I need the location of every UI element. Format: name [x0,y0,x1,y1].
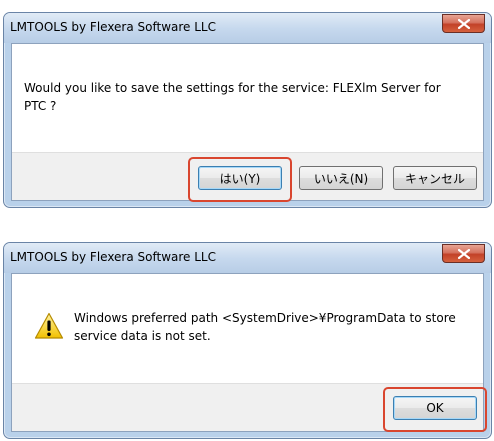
warning-dialog: LMTOOLS by Flexera Software LLC Windows … [3,242,492,439]
window-title: LMTOOLS by Flexera Software LLC [10,250,216,264]
ok-button[interactable]: OK [393,396,477,420]
yes-button[interactable]: はい(Y) [198,166,282,190]
close-icon [458,19,470,29]
save-settings-dialog: LMTOOLS by Flexera Software LLC Would yo… [3,12,492,208]
dialog-body: Windows preferred path <SystemDrive>¥Pro… [11,273,487,432]
no-button[interactable]: いいえ(N) [299,166,383,190]
dialog-body: Would you like to save the settings for … [11,43,484,202]
close-button[interactable] [442,14,485,33]
button-area: OK [12,383,487,432]
cancel-button[interactable]: キャンセル [393,166,477,190]
message-text: Windows preferred path <SystemDrive>¥Pro… [74,311,456,343]
warning-icon [34,312,64,339]
window-title: LMTOOLS by Flexera Software LLC [10,20,216,34]
close-button[interactable] [442,244,485,263]
title-bar[interactable]: LMTOOLS by Flexera Software LLC [4,13,491,43]
title-bar[interactable]: LMTOOLS by Flexera Software LLC [4,243,491,273]
button-area: はい(Y) いいえ(N) キャンセル [12,152,483,202]
message-text: Would you like to save the settings for … [24,81,441,113]
close-icon [458,249,470,259]
